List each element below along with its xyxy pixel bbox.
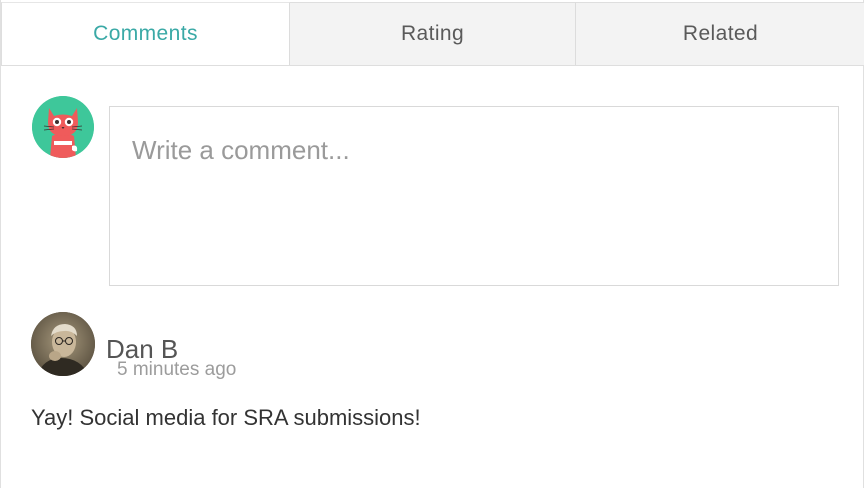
cat-avatar-graphic: [32, 96, 94, 158]
portrait-photo: [31, 312, 95, 376]
comment-body: Yay! Social media for SRA submissions!: [31, 405, 421, 430]
user-avatar[interactable]: [31, 312, 95, 376]
comment-input[interactable]: [109, 106, 839, 286]
comment-timestamp: 5 minutes ago: [117, 359, 237, 380]
tab-comments[interactable]: Comments: [1, 2, 290, 65]
tab-rating[interactable]: Rating: [290, 2, 576, 65]
tab-bar: Comments Rating Related: [1, 2, 864, 66]
tab-related[interactable]: Related: [576, 2, 864, 65]
comments-panel: Comments Rating Related Write a comment.…: [0, 0, 864, 488]
cat-avatar-icon: [32, 96, 94, 158]
